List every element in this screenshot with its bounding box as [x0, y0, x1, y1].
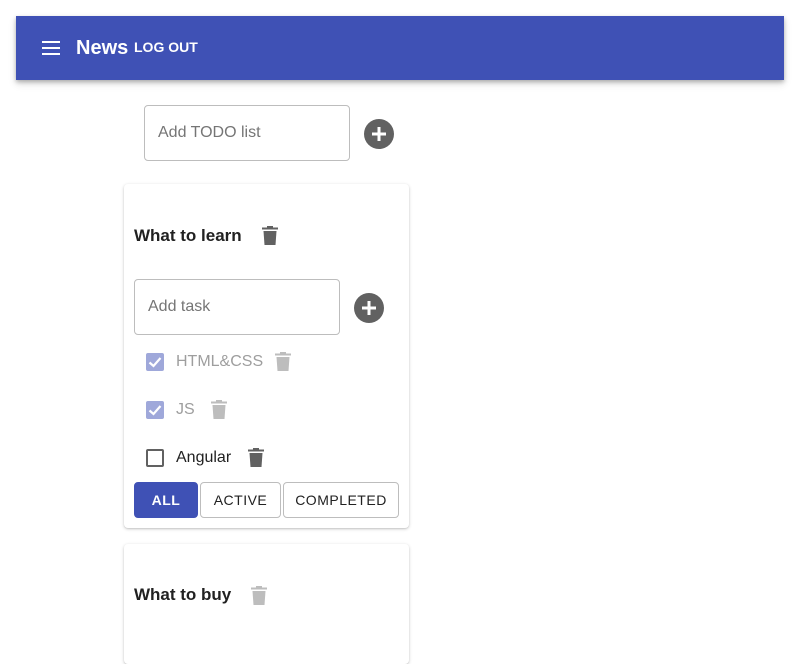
plus-circle-icon — [364, 119, 394, 149]
todo-list-card: What to buy — [124, 544, 409, 664]
task-checkbox[interactable] — [146, 401, 164, 419]
plus-circle-icon — [354, 293, 384, 323]
trash-icon — [211, 400, 227, 419]
filter-active-button[interactable]: ACTIVE — [200, 482, 281, 518]
task-item: HTML&CSS — [134, 348, 394, 376]
list-title: What to buy — [134, 585, 232, 604]
trash-icon — [262, 226, 278, 245]
trash-icon — [248, 448, 264, 467]
task-checkbox[interactable] — [146, 353, 164, 371]
delete-task-icon[interactable] — [210, 400, 228, 420]
task-label: Angular — [176, 449, 232, 466]
add-task-input[interactable] — [135, 280, 339, 334]
delete-list-icon[interactable] — [261, 226, 279, 246]
delete-list-icon[interactable] — [250, 586, 268, 606]
task-label: HTML&CSS — [176, 353, 264, 370]
filter-completed-button[interactable]: COMPLETED — [283, 482, 399, 518]
task-item: Angular — [134, 444, 394, 472]
add-task-field[interactable] — [134, 279, 340, 335]
check-icon — [148, 357, 162, 368]
add-list-field[interactable] — [144, 105, 350, 161]
logout-button[interactable]: LOG OUT — [134, 39, 198, 55]
add-task-button[interactable] — [354, 293, 384, 323]
task-checkbox[interactable] — [146, 449, 164, 467]
todo-list-card: What to learn HTML&CSS — [124, 184, 409, 528]
app-bar: News LOG OUT — [16, 16, 784, 80]
task-item: JS — [134, 396, 394, 424]
trash-icon — [275, 352, 291, 371]
check-icon — [148, 405, 162, 416]
add-list-input[interactable] — [145, 106, 349, 160]
menu-icon[interactable] — [42, 41, 60, 55]
app-title: News — [76, 37, 129, 59]
add-list-button[interactable] — [364, 119, 394, 149]
trash-icon — [251, 586, 267, 605]
filter-all-button[interactable]: ALL — [134, 482, 198, 518]
list-title: What to learn — [134, 226, 242, 245]
delete-task-icon[interactable] — [247, 448, 265, 468]
delete-task-icon[interactable] — [274, 352, 292, 372]
task-label: JS — [176, 401, 195, 418]
